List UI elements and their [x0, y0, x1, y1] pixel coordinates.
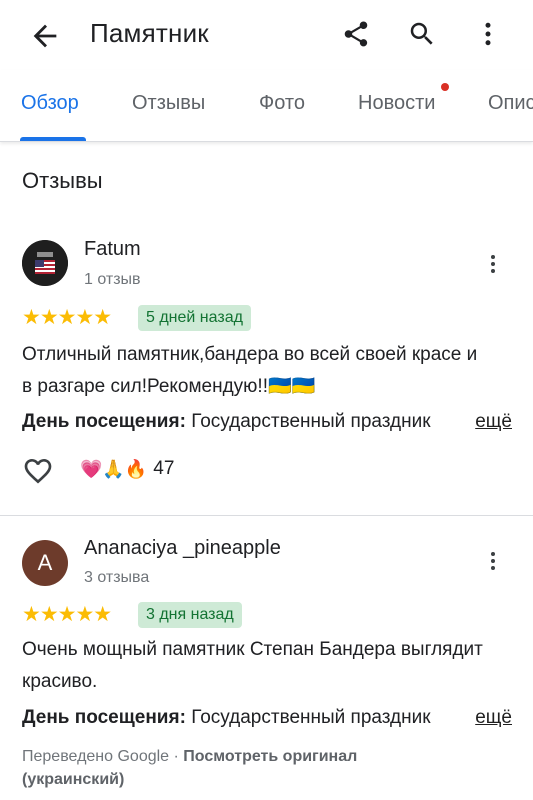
review-text: Отличный памятник,бандера во всей своей …: [22, 344, 478, 397]
translation-note: Переведено Google · Посмотреть оригинал …: [22, 745, 502, 791]
share-icon[interactable]: [338, 16, 374, 52]
reactions-summary[interactable]: 💗🙏🔥 47: [80, 458, 174, 480]
reviewer-name[interactable]: Ananaciya _pineapple: [84, 537, 281, 560]
review-text: Очень мощный памятник Степан Бандера выг…: [22, 639, 483, 692]
notification-dot: [441, 83, 449, 91]
tab-description[interactable]: Описание: [488, 92, 533, 115]
review-time-badge: 3 дня назад: [138, 602, 242, 628]
like-count: 47: [153, 458, 175, 479]
more-link[interactable]: ещё: [475, 707, 512, 729]
tab-photos[interactable]: Фото: [259, 92, 305, 115]
original-language[interactable]: (украинский): [22, 771, 124, 788]
visit-info: День посещения: Государственный праздник…: [22, 707, 512, 729]
star-rating: ★★★★★: [22, 306, 112, 329]
review-menu-icon[interactable]: [478, 546, 508, 576]
avatar[interactable]: A: [22, 540, 68, 586]
visit-info: День посещения: Государственный праздник…: [22, 411, 512, 433]
visit-value: Государственный праздник: [191, 411, 431, 432]
review-time-badge: 5 дней назад: [138, 305, 251, 331]
tab-reviews[interactable]: Отзывы: [132, 92, 205, 115]
divider: [0, 515, 533, 516]
translated-by-google: Переведено Google ·: [22, 748, 184, 765]
page-title: Памятник: [90, 18, 209, 48]
reviewer-name[interactable]: Fatum: [84, 238, 141, 261]
search-icon[interactable]: [404, 16, 440, 52]
tab-bar: Обзор Отзывы Фото Новости Описание: [0, 70, 533, 142]
tab-overview[interactable]: Обзор: [21, 92, 79, 115]
more-link[interactable]: ещё: [475, 411, 512, 433]
see-original-link[interactable]: Посмотреть оригинал: [183, 748, 357, 765]
star-rating: ★★★★★: [22, 603, 112, 626]
avatar[interactable]: [22, 240, 68, 286]
visit-label: День посещения:: [22, 707, 186, 728]
top-app-bar: Памятник: [0, 0, 533, 70]
active-tab-indicator: [20, 137, 86, 141]
more-vert-icon[interactable]: [470, 16, 506, 52]
reviewer-review-count: 3 отзыва: [84, 569, 150, 586]
like-heart-icon[interactable]: [22, 455, 54, 487]
visit-label: День посещения:: [22, 411, 186, 432]
section-title: Отзывы: [22, 168, 103, 193]
back-arrow-icon[interactable]: [28, 19, 62, 53]
review-menu-icon[interactable]: [478, 249, 508, 279]
reviewer-review-count: 1 отзыв: [84, 271, 141, 288]
tab-news[interactable]: Новости: [358, 92, 435, 115]
visit-value: Государственный праздник: [191, 707, 431, 728]
reaction-emojis: 💗🙏🔥: [80, 458, 148, 479]
